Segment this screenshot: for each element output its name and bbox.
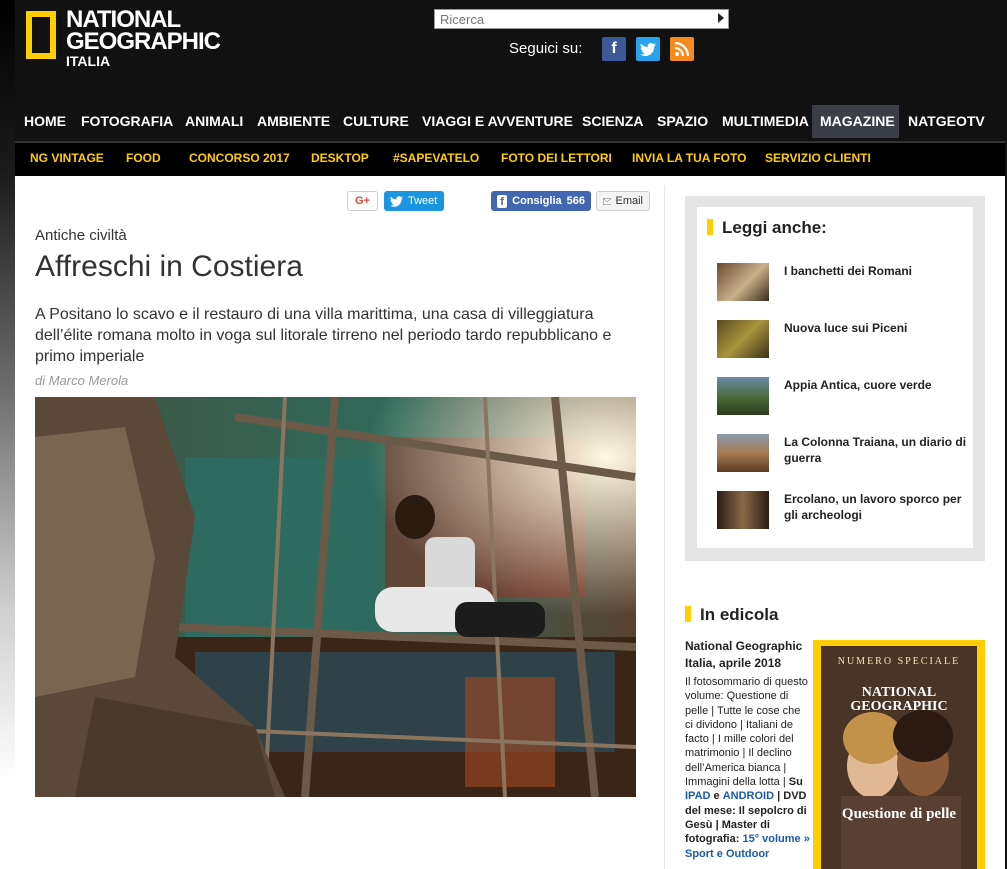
twitter-icon[interactable] [636,37,660,61]
subnav-item-sapevatelo[interactable]: #SAPEVATELO [393,143,479,176]
email-label: Email [615,195,643,207]
subnav-item-ng-vintage[interactable]: NG VINTAGE [30,143,104,176]
column-divider [664,185,665,869]
nav-item-scienza[interactable]: SCIENZA [577,105,648,138]
sub-navigation: NG VINTAGE FOOD CONCORSO 2017 DESKTOP #S… [15,141,1005,176]
subnav-item-invia-foto[interactable]: INVIA LA TUA FOTO [632,143,746,176]
read-more-item[interactable]: I banchetti dei Romani [717,263,967,303]
cover-special-label: NUMERO SPECIALE [837,656,961,667]
subnav-item-desktop[interactable]: DESKTOP [311,143,369,176]
nav-item-home[interactable]: HOME [19,105,71,138]
read-more-link[interactable]: Nuova luce sui Piceni [784,320,974,336]
nav-item-natgeotv[interactable]: NATGEOTV [903,105,990,138]
subnav-item-concorso[interactable]: CONCORSO 2017 [189,143,290,176]
article-title: Affreschi in Costiera [35,250,303,283]
read-more-link[interactable]: La Colonna Traiana, un diario di guerra [784,434,974,466]
ipad-link[interactable]: IPAD [685,790,710,802]
read-more-thumbnail [717,491,769,529]
read-more-link[interactable]: Ercolano, un lavoro sporco per gli arche… [784,491,974,523]
subnav-item-foto-lettori[interactable]: FOTO DEI LETTORI [501,143,612,176]
cover-portrait-image [821,646,977,869]
cover-headline: Questione di pelle [841,806,957,822]
subnav-item-servizio-clienti[interactable]: SERVIZIO CLIENTI [765,143,871,176]
tweet-button[interactable]: Tweet [384,191,444,211]
search-arrow-icon[interactable] [718,13,724,23]
article-byline: di Marco Merola [35,373,129,388]
nav-item-animali[interactable]: ANIMALI [180,105,248,138]
site-logo[interactable]: NATIONAL GEOGRAPHIC ITALIA [26,8,221,73]
read-more-thumbnail [717,263,769,301]
page-side-gradient [0,0,15,869]
nav-item-viaggi[interactable]: VIAGGI E AVVENTURE [417,105,578,138]
read-more-link[interactable]: I banchetti dei Romani [784,263,974,279]
read-more-link[interactable]: Appia Antica, cuore verde [784,377,974,393]
facebook-icon[interactable]: f [602,37,626,61]
nav-item-ambiente[interactable]: AMBIENTE [252,105,335,138]
search-input[interactable] [435,10,705,28]
nav-item-culture[interactable]: CULTURE [338,105,414,138]
site-header: NATIONAL GEOGRAPHIC ITALIA Seguici su: f [15,0,1005,105]
magazine-cover[interactable]: NUMERO SPECIALE NATIONAL GEOGRAPHIC Ques… [813,640,985,869]
in-edicola-title: In edicola [685,605,778,625]
envelope-icon [603,197,612,205]
read-more-item[interactable]: Nuova luce sui Piceni [717,320,967,360]
subnav-item-food[interactable]: FOOD [126,143,161,176]
read-more-box: Leggi anche: I banchetti dei Romani Nuov… [685,196,985,561]
logo-line2: GEOGRAPHIC [66,28,221,55]
nav-item-fotografia[interactable]: FOTOGRAFIA [76,105,178,138]
nav-item-magazine[interactable]: MAGAZINE [812,105,899,138]
read-more-thumbnail [717,377,769,415]
read-more-item[interactable]: Ercolano, un lavoro sporco per gli arche… [717,491,967,531]
twitter-bird-icon [390,195,403,207]
main-navigation: HOME FOTOGRAFIA ANIMALI AMBIENTE CULTURE… [15,105,1005,141]
restorer-on-scaffold-image [35,397,636,797]
google-plus-button[interactable]: G+ [347,191,378,211]
read-more-thumbnail [717,320,769,358]
tweet-label: Tweet [408,195,438,207]
search-box [434,9,729,29]
yellow-bar-icon [685,606,691,622]
facebook-logo-icon: f [497,194,508,208]
email-button[interactable]: Email [596,191,650,211]
consiglia-label: Consiglia [512,195,562,207]
consiglia-count: 566 [566,195,585,207]
magazine-issue-name[interactable]: National Geographic Italia, aprile 2018 [685,638,810,672]
nav-item-multimedia[interactable]: MULTIMEDIA [717,105,814,138]
read-more-thumbnail [717,434,769,472]
logo-yellow-rectangle-icon [26,11,56,59]
read-more-item[interactable]: La Colonna Traiana, un diario di guerra [717,434,967,474]
follow-label: Seguici su: [509,40,583,57]
android-link[interactable]: ANDROID [723,790,774,802]
cover-masthead: NATIONAL GEOGRAPHIC [850,685,948,714]
read-more-title: Leggi anche: [707,218,827,238]
read-more-item[interactable]: Appia Antica, cuore verde [717,377,967,417]
article-lead: A Positano lo scavo e il restauro di una… [35,306,612,365]
nav-item-spazio[interactable]: SPAZIO [652,105,713,138]
article-category[interactable]: Antiche civiltà [35,227,127,244]
facebook-like-button[interactable]: f Consiglia 566 [491,191,591,211]
logo-line3: ITALIA [66,53,111,69]
rss-icon[interactable] [670,37,694,61]
article-hero-photo [35,397,636,797]
yellow-bar-icon [707,219,713,235]
magazine-issue-description: Il fotosommario di questo volume: Questi… [685,676,810,860]
